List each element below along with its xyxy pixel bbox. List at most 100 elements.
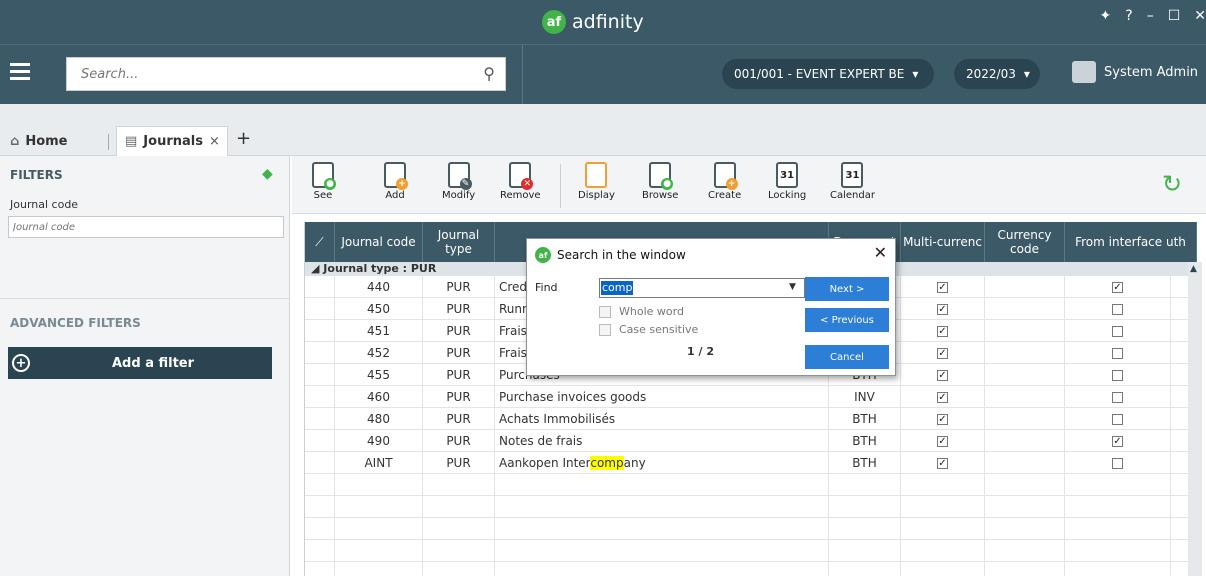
multi-currency-cell: ✓ xyxy=(901,276,985,298)
journal-type-cell xyxy=(423,496,495,518)
maximize-icon[interactable]: ☐ xyxy=(1168,8,1181,24)
table-row[interactable]: 490 PUR Notes de frais BTH ✓ ✓ xyxy=(305,430,1197,452)
create-icon: + xyxy=(713,162,738,190)
tab-close-icon[interactable]: × xyxy=(209,134,220,149)
from-interface-checkbox[interactable] xyxy=(1112,370,1123,381)
from-interface-cell xyxy=(1065,408,1171,430)
multi-currency-checkbox[interactable]: ✓ xyxy=(937,304,948,315)
search-icon[interactable]: ⚲ xyxy=(483,64,495,83)
tab-home[interactable]: ⌂ Home xyxy=(10,126,68,156)
from-interface-checkbox[interactable] xyxy=(1112,392,1123,403)
display-icon xyxy=(585,162,608,188)
table-row[interactable]: AINT PUR Aankopen Intercompany BTH ✓ xyxy=(305,452,1197,474)
eraser-icon[interactable]: ◆ xyxy=(262,166,273,182)
document-cell: BTH xyxy=(829,408,901,430)
table-row[interactable] xyxy=(305,474,1197,496)
calendar-button[interactable]: 31 Calendar xyxy=(830,162,875,201)
close-icon[interactable]: ✕ xyxy=(874,243,887,262)
currency-code-cell xyxy=(985,452,1065,474)
from-interface-checkbox[interactable]: ✓ xyxy=(1112,282,1123,293)
company-selector[interactable]: 001/001 - EVENT EXPERT BE ▾ xyxy=(722,59,934,89)
journal-type-cell: PUR xyxy=(423,386,495,408)
vertical-scrollbar[interactable] xyxy=(1188,262,1202,576)
add-filter-label: Add a filter xyxy=(112,355,195,371)
col-multi-currency[interactable]: Multi-currenc xyxy=(901,222,985,262)
dialog-logo-icon: af xyxy=(535,247,551,263)
see-button[interactable]: ● See xyxy=(312,162,336,201)
add-filter-button[interactable]: + Add a filter xyxy=(8,347,272,379)
display-button[interactable]: Display xyxy=(578,162,615,201)
journal-code-cell: 451 xyxy=(335,320,423,342)
table-row[interactable] xyxy=(305,496,1197,518)
journal-type-cell: PUR xyxy=(423,364,495,386)
from-interface-cell xyxy=(1065,518,1171,540)
from-interface-checkbox[interactable] xyxy=(1112,304,1123,315)
menu-icon[interactable] xyxy=(10,63,30,81)
add-button[interactable]: + Add xyxy=(384,162,408,201)
user-name: System Admin xyxy=(1104,64,1199,80)
chevron-down-icon[interactable]: ▼ xyxy=(789,282,796,292)
period-selector[interactable]: 2022/03 ▾ xyxy=(954,59,1040,89)
col-journal-type[interactable]: Journal type xyxy=(423,222,495,262)
previous-button[interactable]: < Previous xyxy=(805,308,889,332)
case-sensitive-option[interactable]: Case sensitive xyxy=(599,323,698,336)
search-highlight: comp xyxy=(590,456,624,470)
whole-word-checkbox[interactable] xyxy=(599,305,611,318)
user-menu[interactable]: System Admin xyxy=(1072,61,1198,83)
table-row[interactable] xyxy=(305,518,1197,540)
case-sensitive-checkbox[interactable] xyxy=(599,323,611,336)
whole-word-option[interactable]: Whole word xyxy=(599,305,684,318)
scroll-up-icon[interactable]: ▲ xyxy=(1190,264,1200,274)
row-selector-cell xyxy=(305,386,335,408)
from-interface-checkbox[interactable] xyxy=(1112,414,1123,425)
close-window-icon[interactable]: ✕ xyxy=(1194,8,1206,24)
browse-button[interactable]: ● Browse xyxy=(642,162,678,201)
lightbulb-icon[interactable]: ✦ xyxy=(1100,8,1112,24)
col-from-interface[interactable]: From interface uth xyxy=(1065,222,1197,262)
journal-code-input[interactable] xyxy=(8,216,284,238)
table-row[interactable]: 480 PUR Achats Immobilisés BTH ✓ xyxy=(305,408,1197,430)
multi-currency-checkbox[interactable]: ✓ xyxy=(937,326,948,337)
cancel-button[interactable]: Cancel xyxy=(805,345,889,369)
multi-currency-checkbox[interactable]: ✓ xyxy=(937,414,948,425)
multi-currency-cell: ✓ xyxy=(901,342,985,364)
modify-label: Modify xyxy=(442,190,476,201)
add-tab-button[interactable]: + xyxy=(236,128,251,149)
col-journal-code[interactable]: Journal code xyxy=(335,222,423,262)
minimize-icon[interactable]: – xyxy=(1147,8,1154,24)
multi-currency-checkbox[interactable]: ✓ xyxy=(937,436,948,447)
modify-button[interactable]: ✎ Modify xyxy=(442,162,475,201)
from-interface-checkbox[interactable] xyxy=(1112,458,1123,469)
multi-currency-checkbox[interactable]: ✓ xyxy=(937,458,948,469)
journal-code-cell xyxy=(335,496,423,518)
help-icon[interactable]: ? xyxy=(1125,8,1132,24)
next-button[interactable]: Next > xyxy=(805,277,889,301)
remove-button[interactable]: ✕ Remove xyxy=(500,162,541,201)
col-currency-code[interactable]: Currency code xyxy=(985,222,1065,262)
multi-currency-cell: ✓ xyxy=(901,452,985,474)
table-row[interactable]: 460 PUR Purchase invoices goods INV ✓ xyxy=(305,386,1197,408)
row-select-header[interactable]: ⟋ xyxy=(305,222,335,262)
multi-currency-checkbox[interactable]: ✓ xyxy=(937,392,948,403)
multi-currency-cell: ✓ xyxy=(901,320,985,342)
table-row[interactable] xyxy=(305,562,1197,576)
refresh-icon[interactable]: ↻ xyxy=(1162,170,1182,198)
multi-currency-checkbox[interactable]: ✓ xyxy=(937,282,948,293)
from-interface-checkbox[interactable] xyxy=(1112,348,1123,359)
tab-journals[interactable]: ▤ Journals × xyxy=(116,126,228,156)
journal-type-cell: PUR xyxy=(423,342,495,364)
multi-currency-checkbox[interactable]: ✓ xyxy=(937,348,948,359)
currency-code-cell xyxy=(985,518,1065,540)
calendar-label: Calendar xyxy=(830,190,875,201)
search-input[interactable] xyxy=(67,58,447,90)
document-cell xyxy=(829,496,901,518)
from-interface-checkbox[interactable]: ✓ xyxy=(1112,436,1123,447)
locking-button[interactable]: 31 Locking xyxy=(768,162,806,201)
see-icon: ● xyxy=(312,162,336,190)
table-row[interactable] xyxy=(305,540,1197,562)
create-button[interactable]: + Create xyxy=(708,162,741,201)
journal-code-label: Journal code xyxy=(10,198,79,211)
multi-currency-checkbox[interactable]: ✓ xyxy=(937,370,948,381)
from-interface-checkbox[interactable] xyxy=(1112,326,1123,337)
find-value[interactable]: comp xyxy=(601,281,634,295)
